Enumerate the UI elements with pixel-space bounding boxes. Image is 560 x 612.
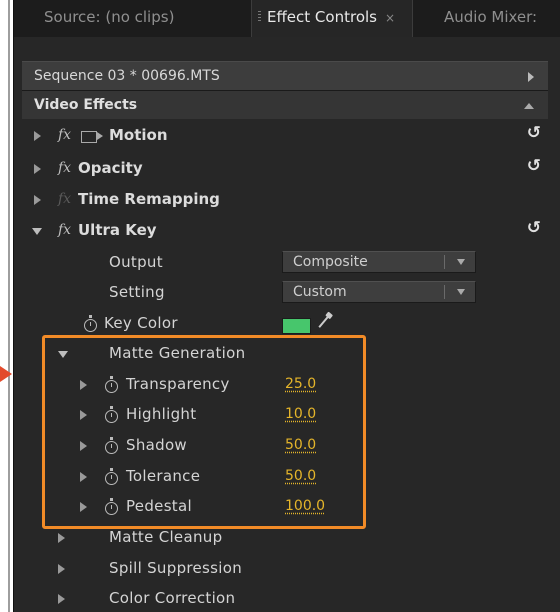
video-effects-label: Video Effects (34, 97, 138, 113)
expand-icon[interactable] (58, 564, 65, 574)
setting-value: Custom (293, 284, 347, 300)
effect-controls-panel: Source: (no clips) Effect Controls × Audi… (13, 0, 560, 612)
fx-icon[interactable]: fx (58, 127, 71, 143)
expand-icon[interactable] (34, 131, 41, 141)
expand-icon[interactable] (34, 195, 41, 205)
motion-arrow-icon (97, 132, 103, 140)
expand-icon[interactable] (58, 594, 65, 604)
reset-icon[interactable]: ↺ (527, 156, 541, 176)
param-row-output: Output Composite (14, 248, 560, 278)
tab-effect-controls-label: Effect Controls (267, 8, 377, 26)
param-row-setting: Setting Custom (14, 278, 560, 308)
pointer-arrow (0, 366, 12, 382)
tab-audio-mixer[interactable]: Audio Mixer: (444, 0, 537, 37)
expand-icon[interactable] (58, 533, 65, 543)
effect-row-time-remapping[interactable]: fx Time Remapping (14, 185, 560, 215)
setting-label: Setting (109, 283, 165, 301)
effect-row-motion[interactable]: fx Motion ↺ (14, 121, 560, 151)
tab-effect-controls[interactable]: Effect Controls × (251, 0, 413, 37)
window-edge (8, 0, 10, 612)
output-dropdown[interactable]: Composite (282, 251, 476, 273)
group-row-spill-suppression[interactable]: Spill Suppression (14, 554, 560, 584)
tab-audio-mixer-label: Audio Mixer: (444, 8, 538, 26)
reset-icon[interactable]: ↺ (527, 218, 541, 238)
chevron-down-icon[interactable] (457, 289, 465, 295)
motion-icon (81, 131, 97, 143)
matte-cleanup-label: Matte Cleanup (109, 528, 223, 546)
matte-generation-highlight (42, 335, 366, 529)
effect-label-motion: Motion (109, 126, 168, 144)
dropdown-separator (444, 255, 445, 269)
group-row-color-correction[interactable]: Color Correction (14, 584, 560, 612)
sequence-header[interactable]: Sequence 03 * 00696.MTS (22, 61, 548, 91)
video-effects-header: Video Effects (22, 91, 548, 119)
tab-source-label: Source: (no clips) (44, 8, 175, 26)
effect-row-ultra-key[interactable]: fx Ultra Key ↺ (14, 216, 560, 246)
tab-source[interactable]: Source: (no clips) (44, 0, 174, 37)
close-icon[interactable]: × (385, 11, 395, 25)
effect-row-opacity[interactable]: fx Opacity ↺ (14, 154, 560, 184)
chevron-up-icon[interactable] (524, 103, 534, 109)
grip-icon[interactable] (258, 11, 261, 23)
key-color-swatch[interactable] (282, 318, 311, 334)
expand-icon[interactable] (34, 164, 41, 174)
tab-bar: Source: (no clips) Effect Controls × Audi… (14, 0, 560, 37)
eyedropper-icon[interactable] (318, 315, 330, 328)
color-correction-label: Color Correction (109, 589, 236, 607)
reset-icon[interactable]: ↺ (527, 123, 541, 143)
collapse-icon[interactable] (32, 228, 42, 235)
fx-icon[interactable]: fx (58, 160, 71, 176)
chevron-right-icon[interactable] (528, 72, 534, 82)
dropdown-separator (444, 285, 445, 299)
output-value: Composite (293, 254, 368, 270)
stopwatch-icon[interactable] (84, 315, 97, 332)
setting-dropdown[interactable]: Custom (282, 281, 476, 303)
effect-label-opacity: Opacity (78, 159, 143, 177)
sequence-label: Sequence 03 * 00696.MTS (34, 68, 220, 84)
effect-label-time-remapping: Time Remapping (78, 190, 220, 208)
fx-icon[interactable]: fx (58, 222, 71, 238)
spill-suppression-label: Spill Suppression (109, 559, 243, 577)
chevron-down-icon[interactable] (457, 259, 465, 265)
fx-icon: fx (58, 191, 72, 207)
effect-label-ultra-key: Ultra Key (78, 221, 157, 239)
key-color-label: Key Color (104, 314, 178, 332)
output-label: Output (109, 253, 163, 271)
